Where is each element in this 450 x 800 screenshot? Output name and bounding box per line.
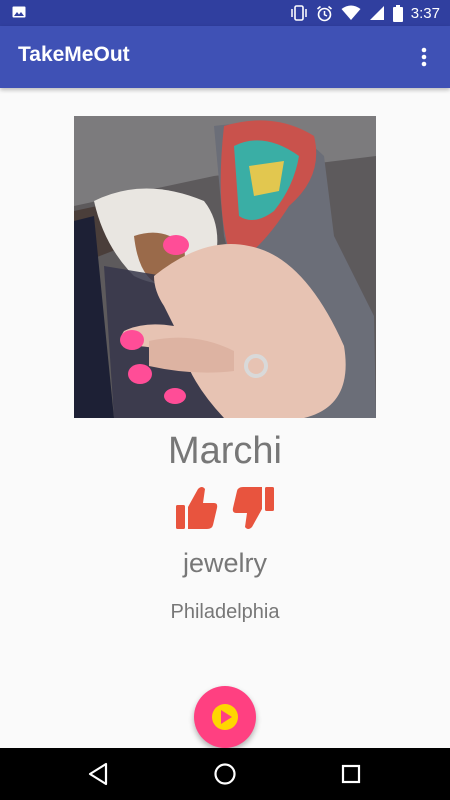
play-icon: [212, 704, 238, 730]
place-city: Philadelphia: [170, 601, 280, 623]
image-icon: [12, 6, 26, 18]
status-icons: 3:37: [290, 3, 440, 23]
vibrate-icon: [291, 5, 307, 21]
back-icon[interactable]: [86, 761, 112, 787]
app-title: TakeMeOut: [18, 43, 130, 66]
status-time: 3:37: [410, 4, 440, 22]
place-name: Marchi: [167, 430, 283, 472]
wifi-icon: [341, 5, 361, 20]
recents-icon[interactable]: [338, 761, 364, 787]
alarm-icon: [316, 5, 332, 21]
home-icon[interactable]: [212, 761, 238, 787]
navigation-bar: [0, 748, 450, 800]
vote-row: [0, 485, 450, 531]
thumbs-down-icon[interactable]: [232, 485, 274, 531]
play-fab-button[interactable]: [194, 686, 256, 748]
status-bar: 3:37: [0, 0, 450, 26]
battery-icon: [392, 4, 403, 22]
place-category: jewelry: [182, 548, 268, 578]
thumbs-up-icon[interactable]: [176, 485, 218, 531]
place-photo: [74, 116, 376, 418]
signal-icon: [369, 6, 384, 20]
more-vert-icon[interactable]: [412, 45, 436, 69]
app-bar: TakeMeOut: [0, 26, 450, 88]
